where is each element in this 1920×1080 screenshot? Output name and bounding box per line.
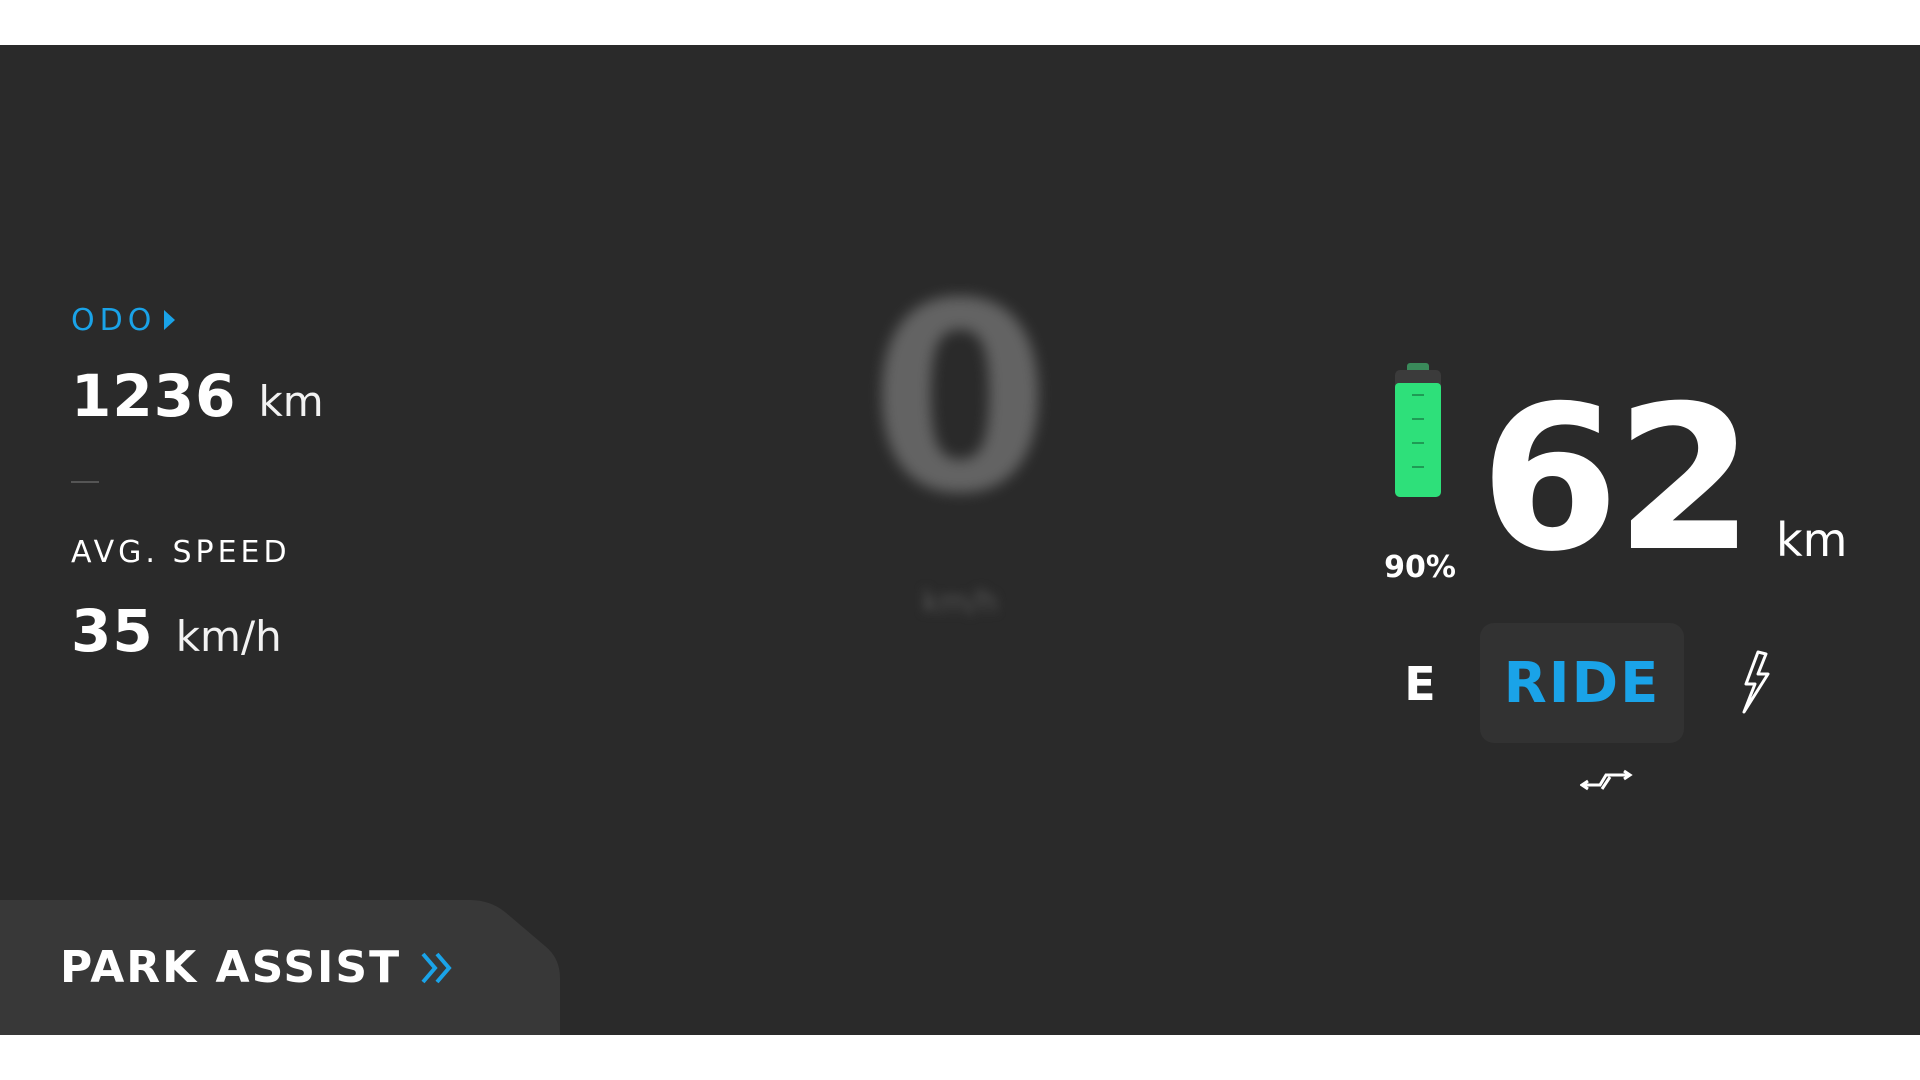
stats-divider [71,481,99,483]
battery-tick [1412,418,1424,420]
odo-selector[interactable]: ODO [71,300,431,340]
double-chevron-right-icon [421,952,452,984]
bottom-letterbox [0,1035,1920,1080]
odo-label: ODO [71,302,157,338]
odo-reading: 1236 km [71,362,431,430]
odo-unit: km [258,377,324,426]
mode-ride-button[interactable]: RIDE [1480,623,1684,743]
battery-tick [1412,442,1424,444]
caret-right-icon [164,310,176,330]
park-assist-button[interactable]: PARK ASSIST [0,900,560,1035]
trip-stats-panel: ODO 1236 km AVG. SPEED 35 km/h [71,300,431,665]
current-speed-unit: km/h [922,585,998,620]
park-assist-label: PARK ASSIST [60,942,402,993]
lightning-bolt-icon[interactable] [1738,650,1774,714]
range-unit: km [1776,513,1848,567]
avg-speed-label: AVG. SPEED [71,535,291,570]
odo-value: 1236 [71,362,237,430]
dashboard-screen: ODO 1236 km AVG. SPEED 35 km/h 0 km/h 90… [0,45,1920,1035]
avg-speed-unit: km/h [175,612,282,661]
current-speed-value: 0 [869,249,1051,551]
avg-speed-value: 35 [71,597,154,665]
top-letterbox [0,0,1920,45]
battery-tick [1412,466,1424,468]
avg-speed-reading: 35 km/h [71,597,431,665]
battery-fill [1395,382,1441,497]
range-value: 62 [1480,363,1754,596]
battery-percent: 90% [1384,550,1456,585]
battery-tick [1412,394,1424,396]
mode-eco-button[interactable]: E [1400,657,1440,711]
battery-icon [1395,363,1441,497]
regen-arrows-icon [1580,769,1633,791]
battery-body [1395,370,1441,497]
